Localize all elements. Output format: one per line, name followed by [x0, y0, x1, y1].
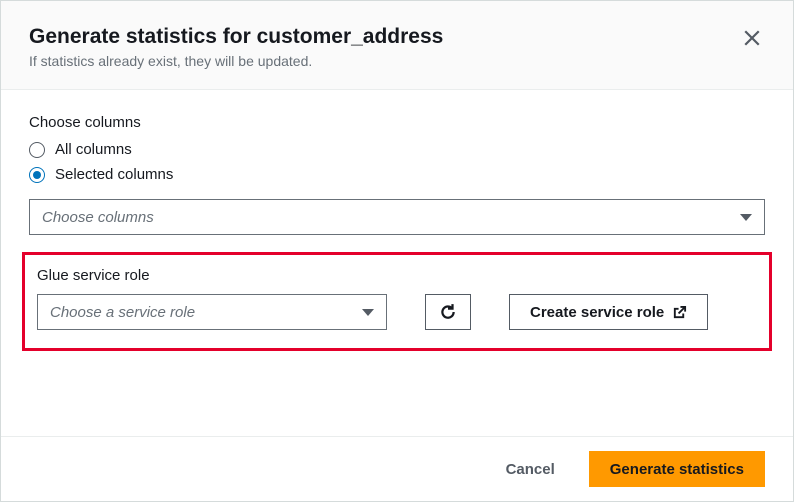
modal-title: Generate statistics for customer_address: [29, 25, 443, 49]
generate-statistics-modal: Generate statistics for customer_address…: [0, 0, 794, 502]
radio-circle-icon: [29, 142, 45, 158]
close-button[interactable]: [739, 25, 765, 55]
choose-columns-label: Choose columns: [29, 114, 765, 131]
radio-selected-columns[interactable]: Selected columns: [29, 166, 765, 183]
radio-circle-icon: [29, 167, 45, 183]
refresh-icon: [439, 303, 457, 321]
choose-columns-dropdown[interactable]: Choose columns: [29, 199, 765, 235]
glue-role-row: Choose a service role Create service rol…: [37, 294, 757, 330]
modal-subtitle: If statistics already exist, they will b…: [29, 53, 443, 69]
dropdown-placeholder: Choose a service role: [50, 304, 195, 321]
modal-header: Generate statistics for customer_address…: [1, 1, 793, 90]
modal-footer: Cancel Generate statistics: [1, 436, 793, 501]
radio-label-selected: Selected columns: [55, 166, 173, 183]
dropdown-placeholder: Choose columns: [42, 209, 154, 226]
refresh-button[interactable]: [425, 294, 471, 330]
radio-label-all: All columns: [55, 141, 132, 158]
close-icon: [743, 29, 761, 47]
generate-statistics-button[interactable]: Generate statistics: [589, 451, 765, 487]
caret-down-icon: [740, 214, 752, 221]
header-text-block: Generate statistics for customer_address…: [29, 25, 443, 69]
button-label: Create service role: [530, 304, 664, 321]
create-service-role-button[interactable]: Create service role: [509, 294, 708, 330]
external-link-icon: [672, 305, 687, 320]
glue-service-role-section: Glue service role Choose a service role …: [29, 259, 765, 344]
glue-role-label: Glue service role: [37, 267, 757, 284]
caret-down-icon: [362, 309, 374, 316]
service-role-dropdown[interactable]: Choose a service role: [37, 294, 387, 330]
radio-all-columns[interactable]: All columns: [29, 141, 765, 158]
columns-radio-group: All columns Selected columns: [29, 141, 765, 183]
cancel-button[interactable]: Cancel: [486, 451, 575, 487]
modal-body: Choose columns All columns Selected colu…: [1, 90, 793, 436]
